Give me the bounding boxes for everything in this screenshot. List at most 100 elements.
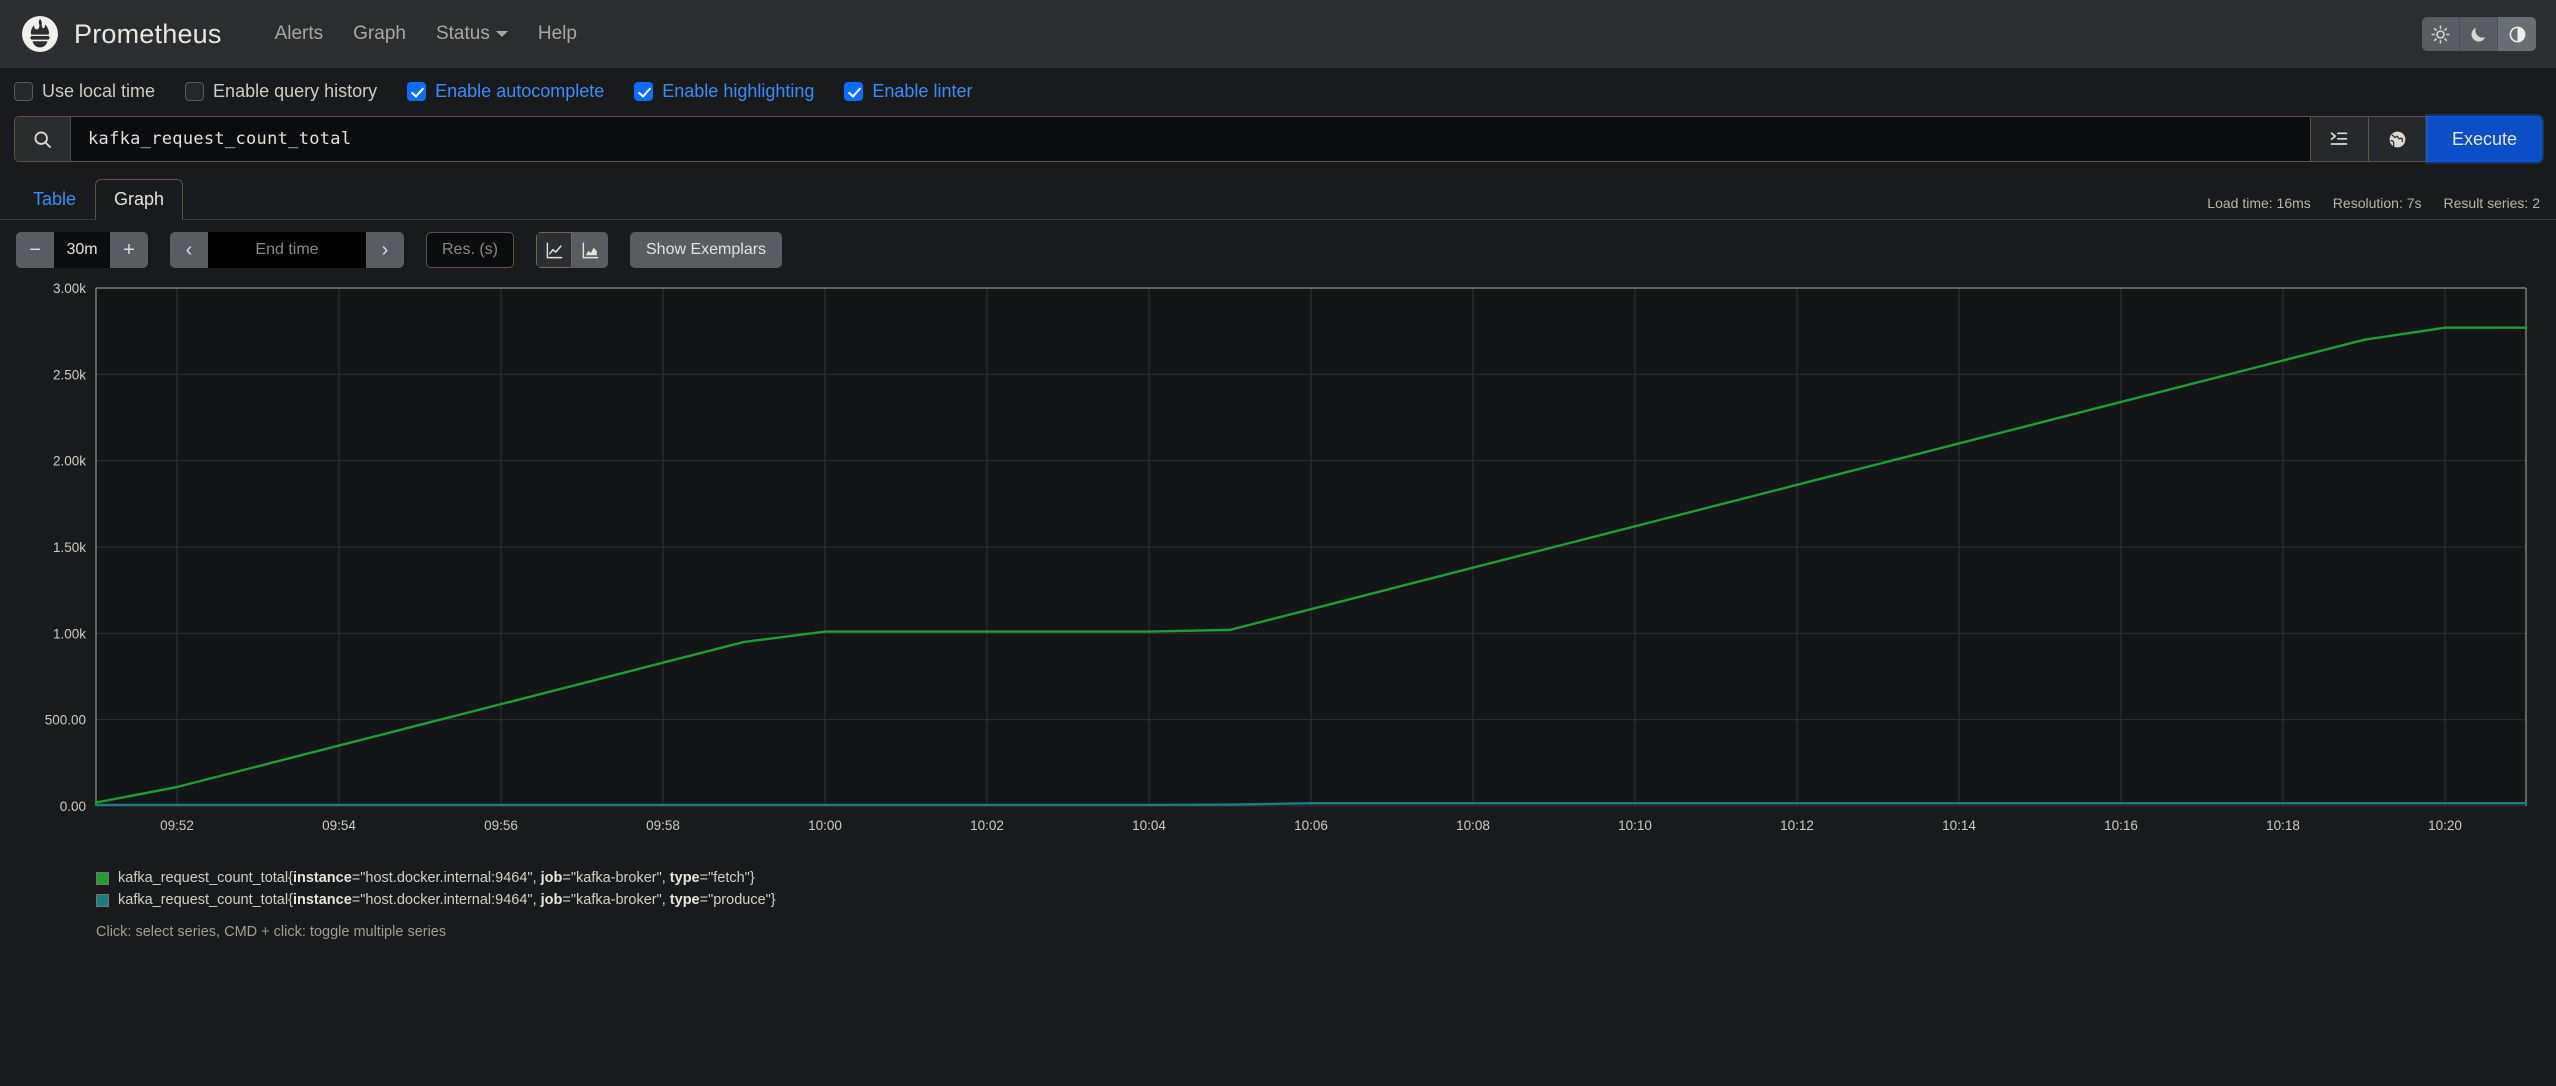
use-local-time-checkbox[interactable] (14, 81, 33, 101)
svg-text:10:04: 10:04 (1132, 818, 1166, 833)
svg-text:10:00: 10:00 (808, 818, 842, 833)
time-series-chart[interactable]: 0.00 500.00 1.00k 1.50k 2.00k 2.50k 3.00k 09:52… (16, 278, 2540, 858)
chart-legend: kafka_request_count_total{instance="host… (0, 858, 2556, 908)
nav-link-status-label: Status (435, 23, 490, 44)
nav-link-alerts[interactable]: Alerts (260, 17, 339, 51)
resolution-input[interactable]: Res. (s) (426, 232, 514, 268)
legend-color-swatch (96, 893, 109, 907)
svg-text:0.00: 0.00 (60, 799, 86, 814)
legend-hint: Click: select series, CMD + click: toggl… (96, 924, 447, 940)
increase-range-button[interactable]: + (110, 232, 148, 268)
stat-result-series: Result series: 2 (2443, 195, 2540, 211)
svg-text:09:54: 09:54 (322, 818, 356, 833)
range-input[interactable]: 30m (54, 232, 110, 268)
moon-icon (2471, 27, 2486, 42)
option-enable-highlighting[interactable]: Enable highlighting (634, 81, 814, 102)
svg-text:10:16: 10:16 (2104, 818, 2138, 833)
svg-text:1.00k: 1.00k (53, 626, 86, 641)
query-input[interactable]: kafka_request_count_total (71, 117, 2310, 161)
svg-text:10:12: 10:12 (1780, 818, 1814, 833)
theme-dark-button[interactable] (2460, 17, 2498, 51)
nav-link-graph-label: Graph (353, 23, 406, 44)
stacked-chart-button[interactable] (572, 232, 608, 268)
svg-text:10:20: 10:20 (2428, 818, 2462, 833)
query-explorer-button[interactable] (2368, 116, 2427, 162)
end-time-picker: ‹ End time › (170, 232, 404, 268)
line-chart-button[interactable] (536, 232, 572, 268)
option-enable-query-history[interactable]: Enable query history (185, 81, 377, 102)
svg-text:2.00k: 2.00k (53, 454, 86, 469)
theme-light-button[interactable] (2422, 17, 2460, 51)
query-bar: kafka_request_count_total Execute (0, 114, 2556, 164)
option-enable-autocomplete[interactable]: Enable autocomplete (407, 81, 604, 102)
legend-item-fetch[interactable]: kafka_request_count_total{instance="host… (96, 870, 2556, 886)
query-input-wrapper: kafka_request_count_total (14, 116, 2311, 162)
nav-link-help-label: Help (537, 23, 577, 44)
query-options-bar: Use local time Enable query history Enab… (0, 68, 2556, 114)
theme-switcher (2422, 17, 2536, 51)
option-use-local-time[interactable]: Use local time (14, 81, 155, 102)
svg-text:10:14: 10:14 (1942, 818, 1976, 833)
nav-link-alerts-label: Alerts (274, 23, 324, 44)
nav-link-help[interactable]: Help (523, 17, 592, 51)
svg-text:09:56: 09:56 (484, 818, 518, 833)
svg-text:3.00k: 3.00k (53, 281, 86, 296)
format-expression-button[interactable] (2310, 116, 2369, 162)
result-tabs: Table Graph Load time: 16ms Resolution: … (0, 178, 2556, 220)
legend-color-swatch (96, 871, 109, 885)
enable-highlighting-label: Enable highlighting (662, 80, 815, 101)
theme-auto-button[interactable] (2498, 17, 2536, 51)
legend-label-fetch: kafka_request_count_total{instance="host… (118, 870, 755, 886)
stat-resolution: Resolution: 7s (2332, 195, 2422, 211)
chevron-down-icon (495, 30, 508, 37)
stat-load-time: Load time: 16ms (2207, 195, 2311, 211)
nav-link-status[interactable]: Status (421, 17, 523, 51)
query-stats: Load time: 16ms Resolution: 7s Result se… (2207, 195, 2540, 211)
graph-controls: − 30m + ‹ End time › Res. (s) Show Exemp… (0, 220, 2556, 278)
svg-text:09:58: 09:58 (646, 818, 680, 833)
option-enable-linter[interactable]: Enable linter (844, 81, 972, 102)
prometheus-logo-icon[interactable] (20, 14, 60, 54)
enable-autocomplete-checkbox[interactable] (407, 81, 427, 101)
execute-button[interactable]: Execute (2424, 114, 2545, 164)
svg-text:09:52: 09:52 (160, 818, 194, 833)
svg-text:10:02: 10:02 (970, 818, 1004, 833)
legend-item-produce[interactable]: kafka_request_count_total{instance="host… (96, 892, 2556, 908)
tab-graph[interactable]: Graph (95, 179, 184, 220)
line-chart-icon (546, 242, 562, 258)
previous-time-button[interactable]: ‹ (170, 232, 208, 268)
sun-icon (2431, 24, 2450, 44)
chart-type-toggle (536, 232, 608, 268)
enable-query-history-label: Enable query history (213, 80, 378, 101)
search-icon[interactable] (15, 117, 71, 161)
svg-text:10:08: 10:08 (1456, 818, 1490, 833)
globe-icon (2389, 131, 2406, 147)
tab-table[interactable]: Table (14, 179, 95, 220)
svg-text:2.50k: 2.50k (53, 367, 86, 382)
svg-text:500.00: 500.00 (45, 713, 86, 728)
nav-link-graph[interactable]: Graph (338, 17, 421, 51)
half-circle-icon (2509, 26, 2525, 42)
use-local-time-label: Use local time (42, 80, 156, 101)
show-exemplars-button[interactable]: Show Exemplars (630, 232, 783, 268)
enable-query-history-checkbox[interactable] (185, 81, 205, 101)
navbar: Prometheus Alerts Graph Status Help (0, 0, 2556, 68)
format-expression-icon (2331, 132, 2348, 145)
graph-panel: 0.00 500.00 1.00k 1.50k 2.00k 2.50k 3.00k 09:52… (0, 278, 2556, 858)
enable-autocomplete-label: Enable autocomplete (435, 80, 605, 101)
svg-text:10:06: 10:06 (1294, 818, 1328, 833)
end-time-input[interactable]: End time (208, 232, 366, 268)
enable-linter-checkbox[interactable] (844, 81, 864, 101)
enable-highlighting-checkbox[interactable] (634, 81, 654, 101)
svg-text:10:18: 10:18 (2266, 818, 2300, 833)
stacked-area-chart-icon (582, 242, 598, 258)
svg-text:1.50k: 1.50k (53, 540, 86, 555)
legend-label-produce: kafka_request_count_total{instance="host… (118, 892, 776, 908)
brand-name[interactable]: Prometheus (74, 19, 222, 50)
range-stepper: − 30m + (16, 232, 148, 268)
decrease-range-button[interactable]: − (16, 232, 54, 268)
enable-linter-label: Enable linter (872, 80, 973, 101)
nav-links: Alerts Graph Status Help (260, 17, 592, 51)
svg-text:10:10: 10:10 (1618, 818, 1652, 833)
next-time-button[interactable]: › (366, 232, 404, 268)
